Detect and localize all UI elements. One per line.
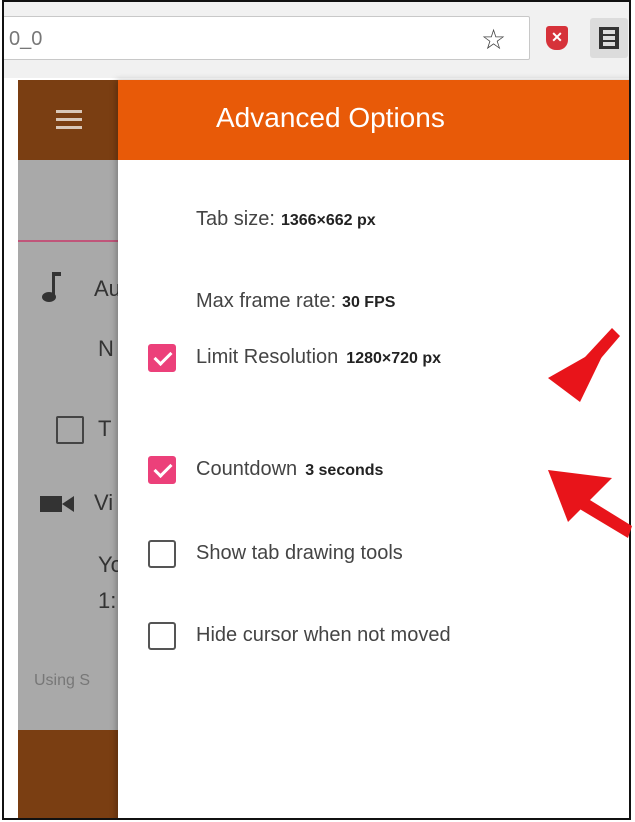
dialog-title: Advanced Options: [216, 102, 445, 133]
show-drawing-tools-label: Show tab drawing tools: [196, 542, 403, 564]
browser-toolbar: 0_0 ☆ ✕: [4, 2, 629, 78]
address-bar[interactable]: 0_0 ☆: [4, 16, 530, 60]
tab-size-row: Tab size: 1366×662 px: [196, 208, 376, 231]
countdown-checkbox[interactable]: [148, 456, 176, 484]
url-text: 0_0: [9, 28, 43, 50]
limit-resolution-checkbox[interactable]: [148, 344, 176, 372]
shield-x-icon[interactable]: ✕: [546, 26, 568, 50]
countdown-value: 3 seconds: [305, 462, 384, 479]
tab-size-value: 1366×662 px: [280, 212, 376, 229]
hide-cursor-checkbox[interactable]: [148, 622, 176, 650]
background-text-none: N: [98, 336, 114, 361]
limit-resolution-label: Limit Resolution: [196, 346, 339, 368]
limit-resolution-value: 1280×720 px: [346, 350, 442, 367]
max-frame-rate-row: Max frame rate: 30 FPS: [196, 290, 395, 313]
show-drawing-tools-checkbox[interactable]: [148, 540, 176, 568]
max-frame-rate-label: Max frame rate:: [196, 290, 337, 312]
background-note: Using S: [34, 672, 91, 689]
dialog-header: Advanced Options: [118, 80, 629, 160]
screenshot-frame: 0_0 ☆ ✕ Au N T Vi Yo 1: Using S Advanced…: [2, 0, 631, 820]
background-text-video: Vi: [94, 490, 114, 515]
star-icon[interactable]: ☆: [481, 23, 506, 56]
tab-size-label: Tab size:: [196, 208, 275, 230]
max-frame-rate-value: 30 FPS: [342, 294, 396, 311]
menu-icon[interactable]: [56, 110, 82, 130]
film-icon[interactable]: [590, 18, 628, 58]
background-text-resolution: 1:: [98, 588, 117, 613]
video-camera-icon: [40, 496, 74, 512]
background-text-tab: T: [98, 416, 112, 441]
background-text-audio: Au: [94, 276, 121, 301]
background-checkbox: [56, 416, 84, 444]
advanced-options-dialog: Advanced Options Tab size: 1366×662 px Ma…: [118, 80, 629, 818]
hide-cursor-label: Hide cursor when not moved: [196, 624, 451, 646]
music-note-icon: [42, 272, 61, 302]
countdown-label: Countdown: [196, 458, 298, 480]
